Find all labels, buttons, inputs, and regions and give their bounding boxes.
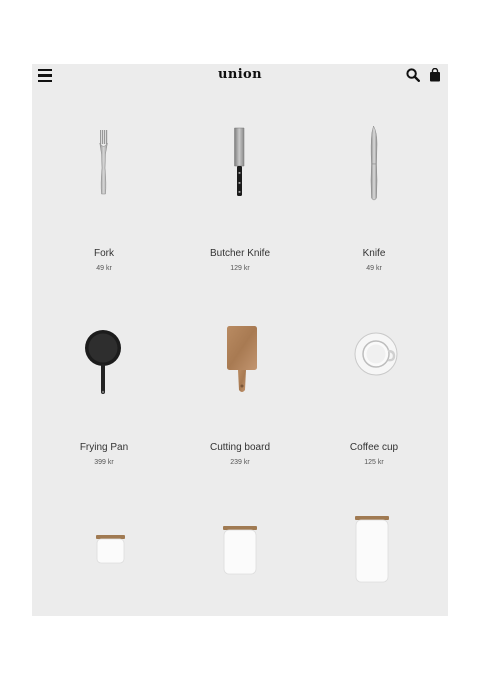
app-screen: union Fork 49 kr Butcher Knife 129 kr Kn… [32, 64, 448, 616]
cutting-board-image [192, 318, 288, 414]
product-name: Knife [362, 248, 386, 259]
shopping-bag-icon [430, 67, 440, 82]
product-name: Butcher Knife [209, 248, 271, 259]
product-card-medium-jar[interactable] [180, 506, 300, 602]
butcher-knife-image [192, 124, 288, 220]
product-price: 129 kr [230, 265, 250, 272]
search-icon [406, 68, 421, 83]
brand-logo[interactable]: union [32, 67, 448, 82]
product-price: 399 kr [94, 459, 114, 466]
medium-jar-image [192, 506, 288, 602]
product-price: 49 kr [96, 265, 112, 272]
product-card-coffee-cup[interactable]: Coffee cup 125 kr [314, 318, 434, 467]
large-jar-image [326, 506, 422, 602]
frying-pan-image [56, 318, 152, 414]
coffee-cup-image [326, 318, 422, 414]
product-price: 125 kr [364, 459, 384, 466]
product-card-butcher-knife[interactable]: Butcher Knife 129 kr [180, 124, 300, 273]
product-card-large-jar[interactable] [314, 506, 434, 602]
product-name: Cutting board [209, 442, 271, 453]
fork-image [56, 124, 152, 220]
cart-button[interactable] [428, 67, 442, 82]
product-card-small-jar[interactable] [44, 506, 164, 602]
product-card-fork[interactable]: Fork 49 kr [44, 124, 164, 273]
top-bar: union [32, 64, 448, 88]
product-card-knife[interactable]: Knife 49 kr [314, 124, 434, 273]
product-name: Fork [94, 248, 114, 259]
product-name: Coffee cup [349, 442, 399, 453]
product-price: 49 kr [366, 265, 382, 272]
product-name: Frying Pan [79, 442, 129, 453]
product-price: 239 kr [230, 459, 250, 466]
small-jar-image [56, 506, 152, 602]
product-card-frying-pan[interactable]: Frying Pan 399 kr [44, 318, 164, 467]
knife-image [326, 124, 422, 220]
search-button[interactable] [406, 68, 421, 83]
product-card-cutting-board[interactable]: Cutting board 239 kr [180, 318, 300, 467]
